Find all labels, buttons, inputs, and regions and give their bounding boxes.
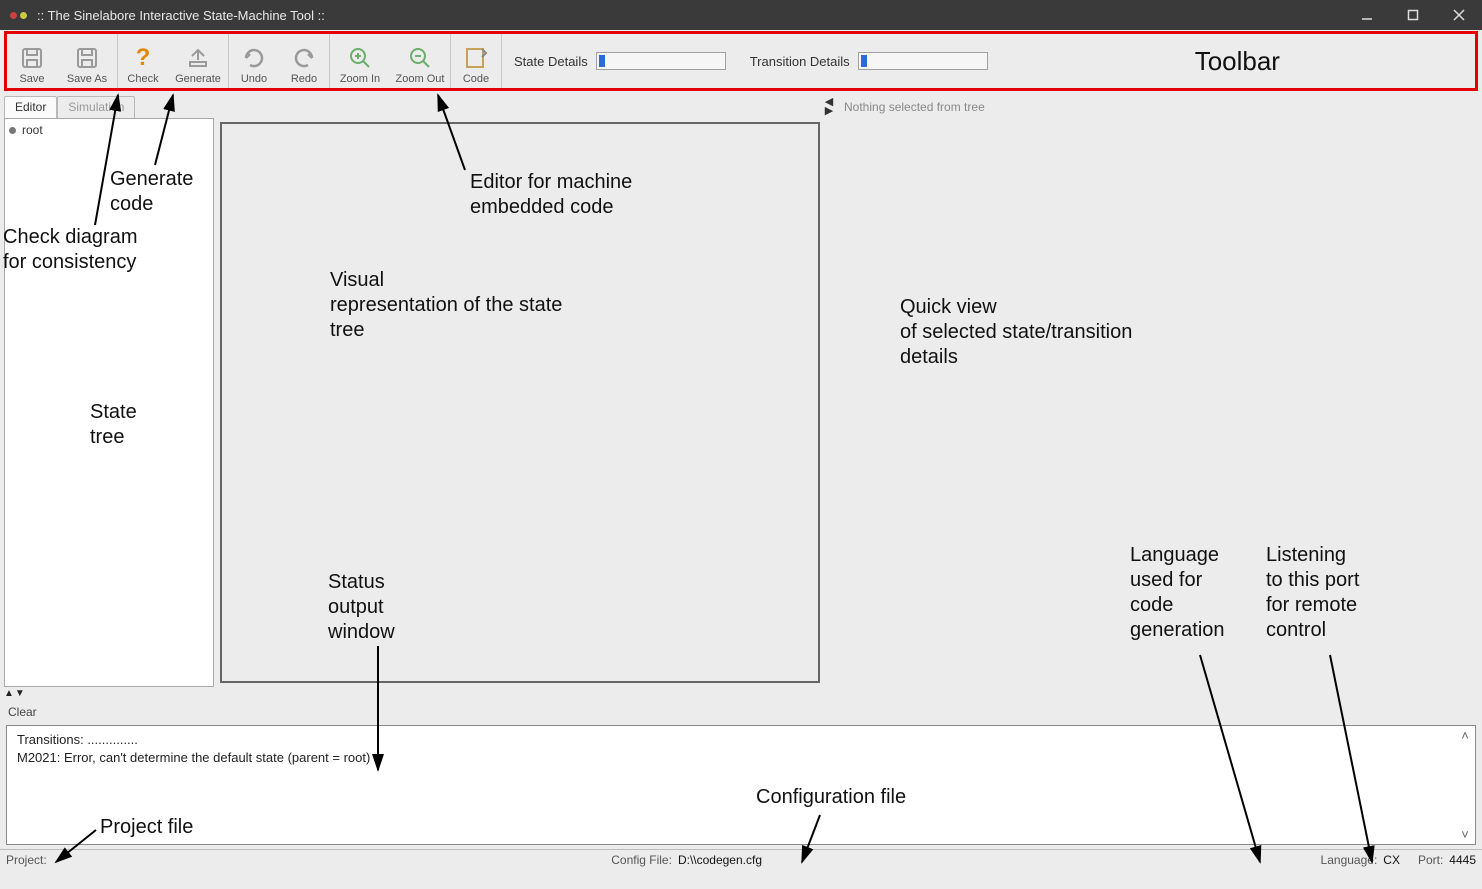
tree-item-root[interactable]: root — [9, 123, 209, 137]
titlebar: :: The Sinelabore Interactive State-Mach… — [0, 0, 1482, 30]
generate-label: Generate — [175, 73, 221, 85]
save-label: Save — [19, 73, 44, 85]
save-button[interactable]: Save — [7, 34, 57, 88]
minimize-button[interactable] — [1344, 0, 1390, 30]
save-icon — [20, 45, 44, 71]
code-label: Code — [463, 73, 489, 85]
language-value: CX — [1383, 853, 1400, 867]
question-icon: ? — [136, 45, 151, 71]
project-label: Project: — [6, 853, 47, 867]
details-placeholder: Nothing selected from tree — [838, 96, 1478, 118]
tab-simulation[interactable]: Simulation — [57, 96, 135, 118]
tree-item-label: root — [22, 123, 43, 137]
scrollbar[interactable]: ˄ ˅ — [1457, 728, 1473, 842]
statusbar: Project: Config File: D:\\codegen.cfg La… — [0, 849, 1482, 869]
horizontal-splitter[interactable]: ▲ ▼ — [0, 687, 1482, 701]
check-label: Check — [127, 73, 158, 85]
undo-button[interactable]: Undo — [229, 34, 279, 88]
status-line: Transitions: .............. — [17, 732, 1465, 747]
zoom-out-label: Zoom Out — [396, 73, 445, 85]
zoom-in-label: Zoom In — [340, 73, 380, 85]
zoom-in-button[interactable]: Zoom In — [330, 34, 390, 88]
port-label: Port: — [1418, 853, 1443, 867]
vertical-splitter[interactable]: ◀ ▶ — [822, 96, 836, 687]
clear-button[interactable]: Clear — [0, 701, 1482, 723]
language-label: Language: — [1321, 853, 1378, 867]
redo-button[interactable]: Redo — [279, 34, 329, 88]
close-icon — [1453, 9, 1465, 21]
save-as-button[interactable]: Save As — [57, 34, 117, 88]
save-as-label: Save As — [67, 73, 107, 85]
zoom-out-icon — [408, 45, 432, 71]
undo-label: Undo — [241, 73, 267, 85]
status-line: M2021: Error, can't determine the defaul… — [17, 750, 1465, 765]
scroll-down-icon: ˅ — [1461, 827, 1469, 842]
check-button[interactable]: ? Check — [118, 34, 168, 88]
diagram-canvas[interactable] — [220, 122, 820, 683]
config-file-label: Config File: — [611, 853, 672, 867]
config-file-value: D:\\codegen.cfg — [678, 853, 762, 867]
save-as-icon — [75, 45, 99, 71]
transition-details-label: Transition Details — [750, 54, 850, 69]
code-icon — [464, 45, 488, 71]
left-pane: Editor Simulation root — [4, 96, 214, 687]
state-details-slider[interactable] — [596, 52, 726, 70]
close-button[interactable] — [1436, 0, 1482, 30]
generate-button[interactable]: Generate — [168, 34, 228, 88]
annotation-toolbar-text: Toolbar — [1000, 34, 1475, 88]
state-details-label: State Details — [514, 54, 588, 69]
state-tree-panel[interactable]: root — [4, 118, 214, 687]
zoom-in-icon — [348, 45, 372, 71]
tree-bullet-icon — [9, 127, 16, 134]
status-output-panel[interactable]: Transitions: .............. M2021: Error… — [6, 725, 1476, 845]
transition-details-field: Transition Details — [738, 34, 1000, 88]
center-pane — [216, 96, 820, 687]
port-value: 4445 — [1449, 853, 1476, 867]
redo-icon — [292, 45, 316, 71]
minimize-icon — [1361, 9, 1373, 21]
titlebar-dots — [10, 12, 27, 19]
toolbar: Save Save As ? Check Generate Undo — [4, 31, 1478, 91]
chevron-down-icon: ▼ — [15, 690, 25, 698]
tab-editor[interactable]: Editor — [4, 96, 57, 118]
chevron-right-icon: ▶ — [825, 107, 833, 116]
details-panel — [838, 118, 1478, 687]
transition-details-slider[interactable] — [858, 52, 988, 70]
redo-label: Redo — [291, 73, 317, 85]
scroll-up-icon: ˄ — [1461, 728, 1469, 743]
zoom-out-button[interactable]: Zoom Out — [390, 34, 450, 88]
code-button[interactable]: Code — [451, 34, 501, 88]
main-area: Editor Simulation root ◀ ▶ Nothing selec… — [0, 92, 1482, 687]
window-title: :: The Sinelabore Interactive State-Mach… — [37, 8, 325, 23]
generate-icon — [186, 45, 210, 71]
maximize-button[interactable] — [1390, 0, 1436, 30]
maximize-icon — [1407, 9, 1419, 21]
chevron-up-icon: ▲ — [4, 690, 14, 698]
undo-icon — [242, 45, 266, 71]
right-pane: Nothing selected from tree — [838, 96, 1478, 687]
state-details-field: State Details — [502, 34, 738, 88]
